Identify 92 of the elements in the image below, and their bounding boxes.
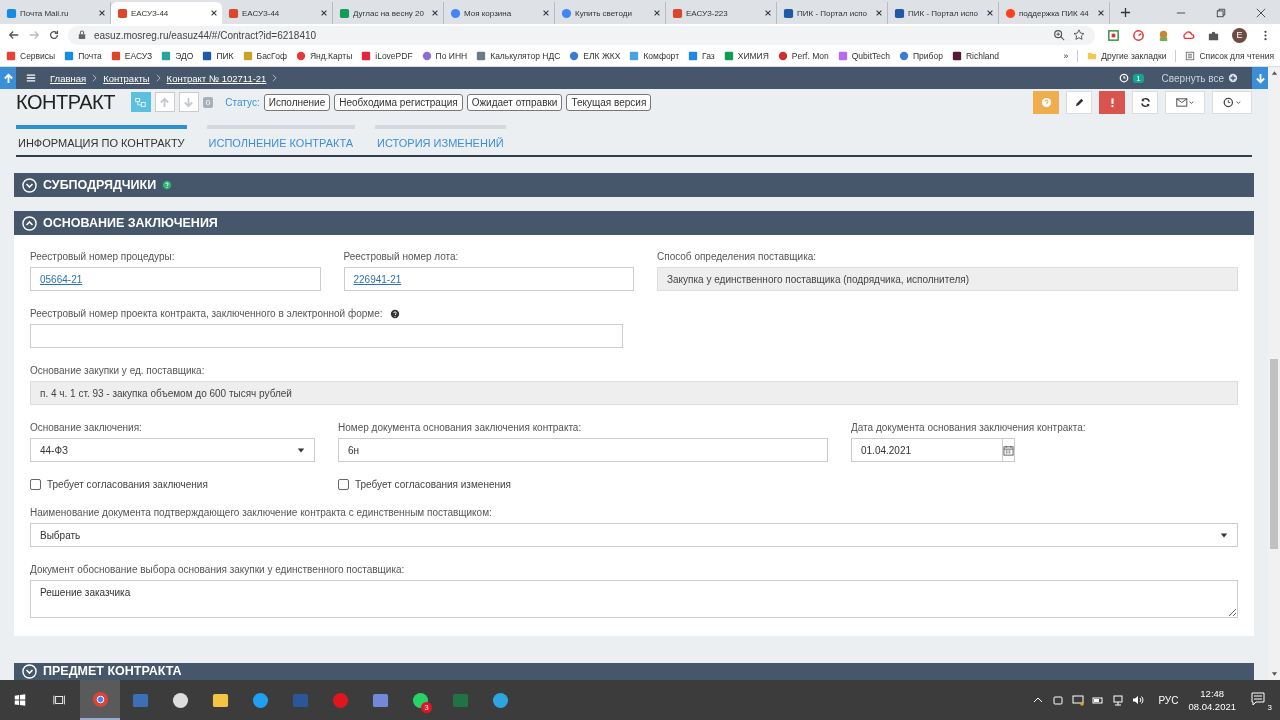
bookmark-item[interactable]: БасГоф [242,51,287,61]
bookmark-item[interactable]: Richland [951,51,999,61]
unread-badge: 3 [421,702,432,713]
bookmark-label: ПИК [216,51,234,61]
bookmark-item[interactable]: Комфорт [629,51,680,61]
section-title: СУБПОДРЯДЧИКИ [43,178,157,192]
bookmark-label: Сервисы [20,51,56,61]
breadcrumb-link[interactable]: Главная [50,72,87,84]
select-field[interactable]: 44-ФЗ [30,438,315,462]
status-tag: Необходима регистрация [334,93,463,111]
clock-time[interactable]: 12:48 [1200,687,1225,700]
checkbox-label: Требует согласования заключения [47,479,208,490]
bookmark-label: ХИМИЯ [737,51,769,61]
field-label: Способ определения поставщика: [657,251,817,262]
bookmark-label: Perf. Mon [791,51,829,61]
status-tag: Текущая версия [566,93,652,111]
bookmark-item[interactable]: Perf. Mon [777,51,829,61]
more-bookmarks-button[interactable]: » [1063,51,1069,61]
reading-list-button[interactable]: Список для чтения [1185,51,1274,61]
bookmark-label: Калькулятор НДС [490,51,561,61]
field-label: Дата документа основания заключения контракта: [851,422,1086,433]
status-tag: Ожидает отправки [466,93,563,111]
bookmark-folder[interactable]: Другие закладки [1087,51,1167,61]
field-label: Реестровый номер лота: [343,251,459,262]
registry-link[interactable]: 226941-21 [353,273,402,285]
bookmark-item[interactable]: ПИК [202,51,234,61]
bookmark-item[interactable]: Прибор [898,51,943,61]
section-header[interactable]: ПРЕДМЕТ КОНТРАКТА [14,663,1254,680]
bookmark-label: Янд.Карты [309,51,353,61]
collapse-all-link[interactable]: Свернуть все [1161,72,1224,84]
bookmark-item[interactable]: Сервисы [6,51,56,61]
input-field[interactable]: 05664-21 [30,267,321,291]
profile-avatar[interactable]: E [1232,27,1247,43]
bookmark-label: БасГоф [256,51,287,61]
breadcrumb-link[interactable]: Контракты [103,72,150,84]
select-field[interactable]: Выбрать [30,523,1238,547]
checkbox-label: Требует согласования изменения [355,479,511,490]
bookmark-label: QubitTech [851,51,890,61]
breadcrumb-link[interactable]: Контракт № 102711-21 [166,72,267,84]
section-title: ПРЕДМЕТ КОНТРАКТА [43,664,182,678]
counter-badge: 0 [202,96,214,108]
bookmark-label: ЕАСУЗ [124,51,153,61]
bookmark-item[interactable]: QubitTech [837,51,890,61]
status-label: Статус: [225,96,260,108]
bookmark-label: Другие закладки [1101,51,1167,61]
bookmark-item[interactable]: iLovePDF [361,51,413,61]
bookmark-item[interactable]: Почта [64,51,102,61]
field-label: Реестровый номер процедуры: [30,251,175,262]
address-field[interactable]: easuz.mosreg.ru/easuz44/#/Contract?id=6218410 [68,25,1095,45]
bookmark-label: iLovePDF [375,51,413,61]
field-label: Основание заключения: [30,422,142,433]
field-label: Основание закупки у ед. поставщика: [30,365,205,376]
bookmark-item[interactable]: ЕЛК ЖКХ [569,51,621,61]
language-indicator[interactable]: РУС [1158,694,1179,706]
bookmark-item[interactable]: ХИМИЯ [723,51,769,61]
bookmark-item[interactable]: Газ [688,51,715,61]
field-label: Наименование документа подтверждающего заключение контракта с единственным поставщиком: [30,507,492,518]
bookmark-label: Газ [702,51,715,61]
bookmark-item[interactable]: Калькулятор НДС [476,51,561,61]
bookmark-label: ЭДО [175,51,194,61]
bookmark-label: Richland [965,51,999,61]
input-field[interactable]: 6н [338,438,828,462]
section-header[interactable]: ОСНОВАНИЕ ЗАКЛЮЧЕНИЯ [14,211,1254,235]
bookmark-label: По ИНН [435,51,468,61]
browser-tab[interactable]: ЕАСУЗ-44 [111,2,222,24]
notification-badge: 1 [1133,73,1144,83]
clock-date[interactable]: 08.04.2021 [1188,700,1236,713]
bookmark-label: Прибор [912,51,943,61]
readonly-field: п. 4 ч. 1 ст. 93 - закупка объемом до 600 тысяч рублей [30,381,1238,405]
taskbar-app[interactable]: 3 [400,680,440,720]
bookmark-label: Комфорт [643,51,680,61]
date-field[interactable]: 01.04.2021 [851,438,1003,462]
bookmark-label: ЕЛК ЖКХ [583,51,621,61]
select-placeholder: Выбрать [40,529,81,541]
bookmark-label: Список для чтения [1199,51,1274,61]
status-tag: Исполнение [263,93,331,111]
field-label: Реестровый номер проекта контракта, заключенного в электронной форме: [30,308,383,319]
section-title: ОСНОВАНИЕ ЗАКЛЮЧЕНИЯ [43,216,218,230]
input-field[interactable]: 226941-21 [343,267,634,291]
notification-count: 3 [1267,703,1272,712]
field-label: Номер документа основания заключения контракта: [338,422,582,433]
readonly-field: Закупка у единственного поставщика (подрядчика, исполнителя) [657,267,1238,291]
field-label: Документ обоснование выбора основания закупки у единственного поставщика: [30,564,405,575]
registry-link[interactable]: 05664-21 [40,273,83,285]
bookmark-item[interactable]: ЕАСУЗ [110,51,153,61]
bookmark-label: Почта [78,51,102,61]
bookmark-item[interactable]: ЭДО [161,51,194,61]
section-header[interactable]: СУБПОДРЯДЧИКИ [14,173,1254,197]
page-title: КОНТРАКТ [16,90,115,114]
bookmark-item[interactable]: По ИНН [421,51,468,61]
bookmark-item[interactable]: Янд.Карты [295,51,353,61]
text-area[interactable]: Решение заказчика [30,580,1238,618]
